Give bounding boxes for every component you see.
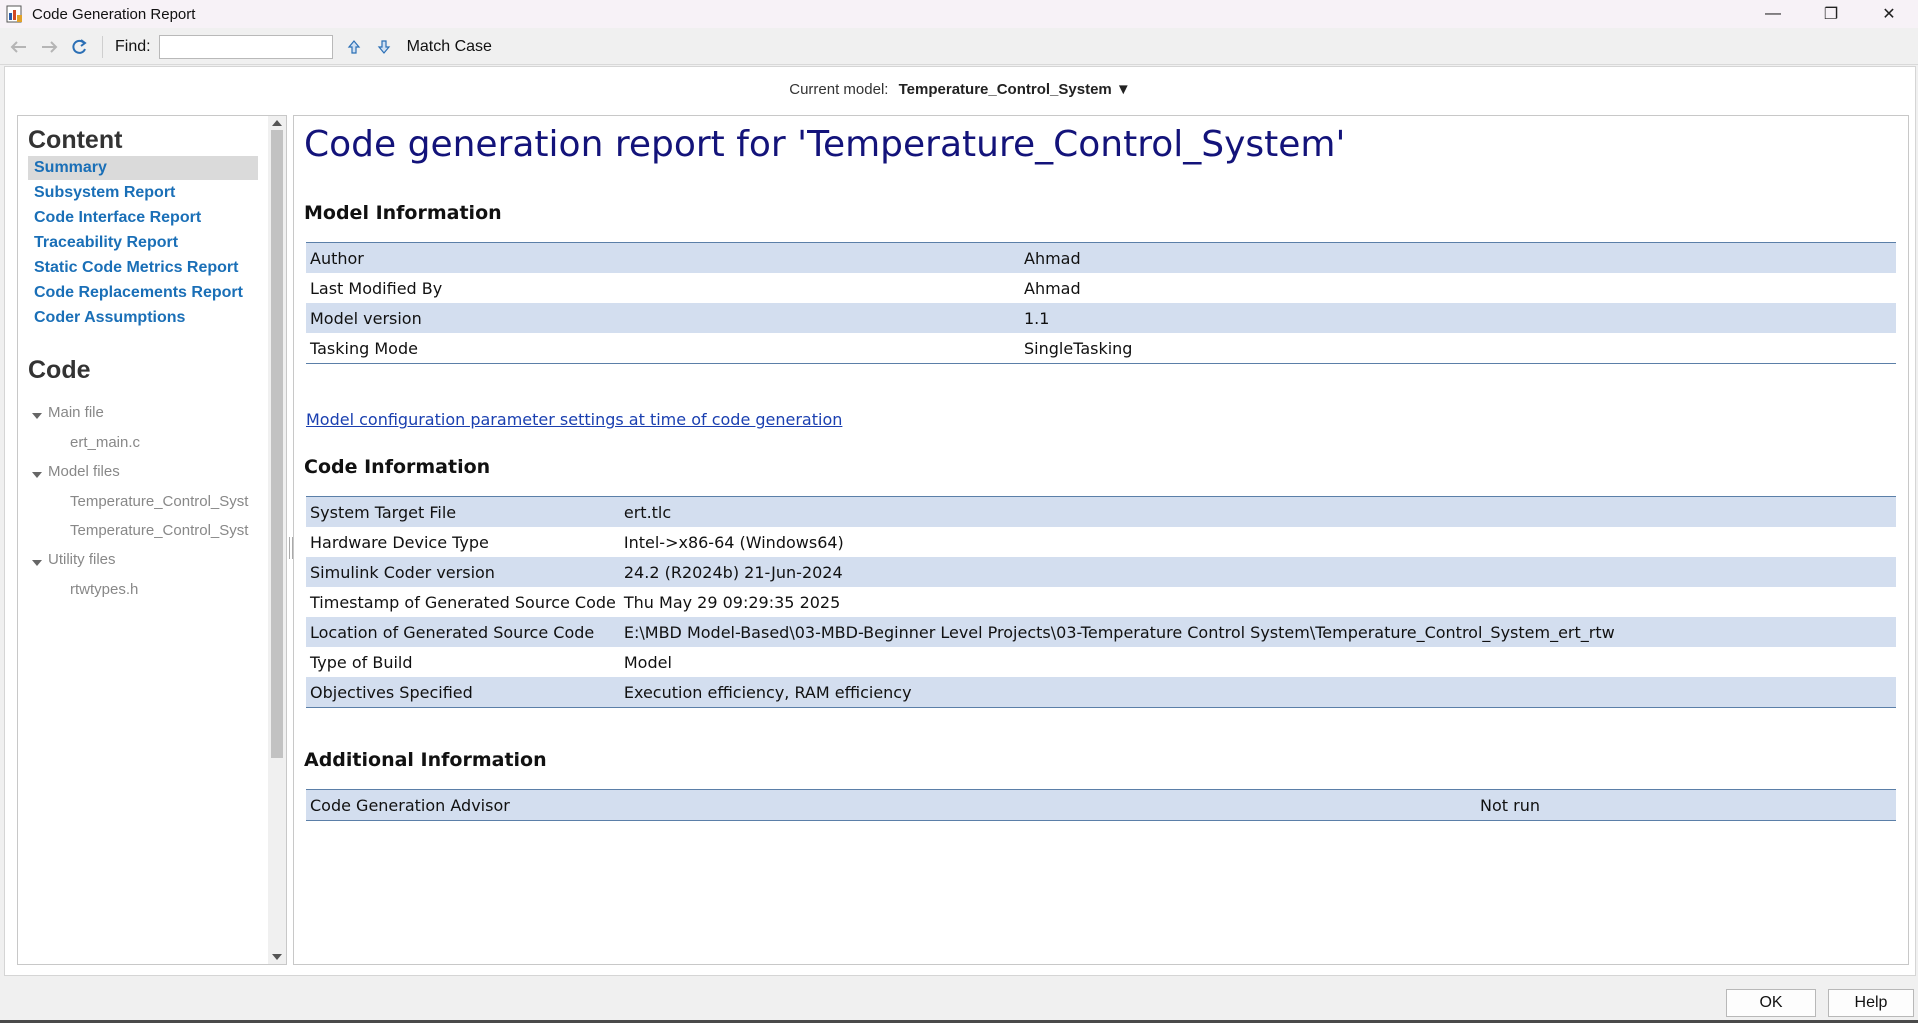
tree-group-utility-files[interactable]: Utility files (48, 551, 116, 568)
navigation-content: Content Summary Subsystem Report Code In… (18, 116, 264, 964)
dialog-button-bar: OK Help (0, 976, 1918, 1023)
table-cell-value: Execution efficiency, RAM efficiency (619, 677, 1896, 708)
table-cell-value: Intel->x86-64 (Windows64) (619, 527, 1896, 557)
toolbar: Find: Match Case (0, 30, 1918, 65)
table-row: Type of Build Model (306, 647, 1896, 677)
tree-group-main-file[interactable]: Main file (48, 404, 104, 421)
scroll-up-arrow-icon[interactable] (272, 120, 282, 126)
nav-link-code-replacements-report[interactable]: Code Replacements Report (28, 281, 258, 305)
table-row: Location of Generated Source Code E:\MBD… (306, 617, 1896, 647)
table-row: Objectives Specified Execution efficienc… (306, 677, 1896, 708)
nav-link-summary[interactable]: Summary (28, 156, 258, 180)
code-generation-report-window: Code Generation Report — ❐ ✕ Find: Match… (0, 0, 1918, 1023)
table-cell-key: Hardware Device Type (306, 527, 620, 557)
additional-information-heading: Additional Information (304, 749, 547, 771)
table-cell-value: 1.1 (1020, 303, 1896, 333)
table-cell-value: SingleTasking (1020, 333, 1896, 364)
table-cell-key: Code Generation Advisor (306, 789, 1476, 821)
table-cell-key: Objectives Specified (306, 677, 620, 708)
current-model-selector: Current model: Temperature_Control_Syste… (5, 81, 1915, 98)
title-bar: Code Generation Report — ❐ ✕ (0, 0, 1918, 28)
ok-button[interactable]: OK (1726, 989, 1816, 1017)
tree-file-ert-main-c[interactable]: ert_main.c (70, 434, 140, 451)
additional-information-table: Code Generation Advisor Not run (306, 789, 1896, 821)
tree-file-model-1[interactable]: Temperature_Control_Syst (70, 493, 248, 510)
report-area: Current model: Temperature_Control_Syste… (4, 66, 1916, 976)
main-file-expand-icon[interactable] (32, 413, 42, 419)
nav-link-traceability-report[interactable]: Traceability Report (28, 231, 258, 255)
scroll-down-arrow-icon[interactable] (272, 954, 282, 960)
find-previous-up-icon[interactable] (343, 36, 365, 58)
table-row: Code Generation Advisor Not run (306, 789, 1896, 821)
tree-file-rtwtypes-h[interactable]: rtwtypes.h (70, 581, 138, 598)
navigation-scrollbar[interactable] (268, 116, 286, 964)
model-information-heading: Model Information (304, 202, 502, 224)
table-row: System Target File ert.tlc (306, 496, 1896, 527)
table-cell-key: Last Modified By (306, 273, 1020, 303)
navigation-pane: Content Summary Subsystem Report Code In… (17, 115, 287, 965)
utility-files-expand-icon[interactable] (32, 560, 42, 566)
close-button[interactable]: ✕ (1860, 0, 1918, 28)
forward-arrow-icon[interactable] (38, 36, 60, 58)
nav-link-static-code-metrics-report[interactable]: Static Code Metrics Report (28, 256, 258, 280)
model-files-expand-icon[interactable] (32, 472, 42, 478)
code-information-table: System Target File ert.tlc Hardware Devi… (306, 496, 1896, 708)
table-row: Last Modified By Ahmad (306, 273, 1896, 303)
toolbar-separator (102, 36, 103, 58)
find-input[interactable] (158, 35, 333, 59)
table-cell-value: E:\MBD Model-Based\03-MBD-Beginner Level… (619, 617, 1896, 647)
nav-link-subsystem-report[interactable]: Subsystem Report (28, 181, 258, 205)
scrollbar-thumb[interactable] (271, 130, 283, 758)
table-row: Timestamp of Generated Source Code Thu M… (306, 587, 1896, 617)
current-model-dropdown[interactable]: Temperature_Control_System ▼ (899, 81, 1131, 98)
nav-link-code-interface-report[interactable]: Code Interface Report (28, 206, 258, 230)
back-arrow-icon[interactable] (8, 36, 30, 58)
table-row: Author Ahmad (306, 242, 1896, 273)
report-content: Code generation report for 'Temperature_… (293, 115, 1909, 965)
restore-button[interactable]: ❐ (1802, 0, 1860, 28)
table-cell-value: 24.2 (R2024b) 21-Jun-2024 (619, 557, 1896, 587)
table-row: Simulink Coder version 24.2 (R2024b) 21-… (306, 557, 1896, 587)
report-title: Code generation report for 'Temperature_… (304, 124, 1346, 165)
help-button[interactable]: Help (1828, 989, 1914, 1017)
window-controls: — ❐ ✕ (1744, 0, 1918, 28)
find-next-down-icon[interactable] (373, 36, 395, 58)
tree-file-model-2[interactable]: Temperature_Control_Syst (70, 522, 248, 539)
report-app-icon (6, 5, 24, 23)
find-label: Find: (115, 38, 151, 55)
tree-group-model-files[interactable]: Model files (48, 463, 120, 480)
refresh-icon[interactable] (68, 36, 90, 58)
table-cell-value: Ahmad (1020, 273, 1896, 303)
table-cell-key: Tasking Mode (306, 333, 1020, 364)
window-title: Code Generation Report (32, 5, 196, 23)
table-cell-key: System Target File (306, 496, 620, 527)
current-model-label: Current model: (789, 81, 889, 98)
table-cell-key: Timestamp of Generated Source Code (306, 587, 620, 617)
table-row: Model version 1.1 (306, 303, 1896, 333)
nav-link-coder-assumptions[interactable]: Coder Assumptions (28, 306, 258, 330)
table-cell-value: Ahmad (1020, 242, 1896, 273)
code-information-heading: Code Information (304, 456, 491, 478)
table-row: Tasking Mode SingleTasking (306, 333, 1896, 364)
model-information-table: Author Ahmad Last Modified By Ahmad Mode… (306, 242, 1896, 364)
table-cell-key: Type of Build (306, 647, 620, 677)
table-cell-value: ert.tlc (619, 496, 1896, 527)
table-cell-key: Location of Generated Source Code (306, 617, 620, 647)
table-cell-value: Model (619, 647, 1896, 677)
table-cell-key: Model version (306, 303, 1020, 333)
table-row: Hardware Device Type Intel->x86-64 (Wind… (306, 527, 1896, 557)
content-heading: Content (28, 126, 123, 154)
match-case-toggle[interactable]: Match Case (407, 38, 492, 56)
table-cell-value: Not run (1476, 789, 1896, 821)
code-heading: Code (28, 356, 91, 384)
table-cell-key: Author (306, 242, 1020, 273)
config-parameters-link[interactable]: Model configuration parameter settings a… (306, 410, 842, 429)
table-cell-value: Thu May 29 09:29:35 2025 (619, 587, 1896, 617)
table-cell-key: Simulink Coder version (306, 557, 620, 587)
minimize-button[interactable]: — (1744, 0, 1802, 28)
